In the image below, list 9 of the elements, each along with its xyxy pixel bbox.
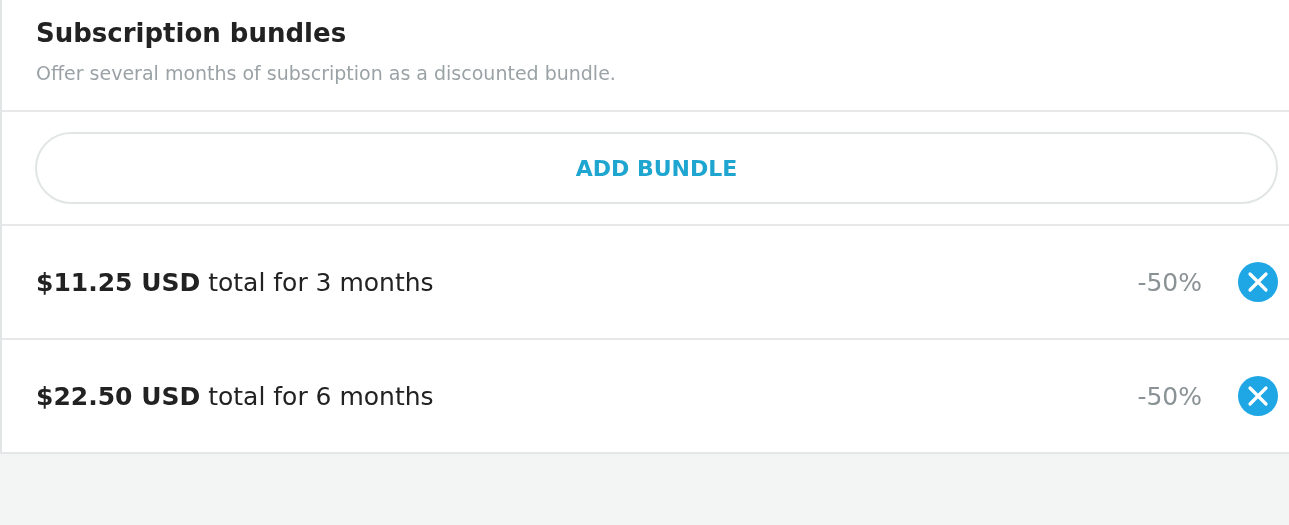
section-description: Offer several months of subscription as a discounted bundle.	[36, 62, 617, 84]
remove-icon[interactable]	[1238, 262, 1278, 302]
discount-label: -50%	[1137, 381, 1202, 411]
discount-label: -50%	[1137, 267, 1202, 297]
section-title: Subscription bundles	[36, 18, 348, 48]
remove-icon[interactable]	[1238, 376, 1278, 416]
bundle-summary: $22.50 USD total for 6 months	[36, 381, 435, 411]
bundle-summary: $11.25 USD total for 3 months	[36, 267, 435, 297]
add-bundle-button[interactable]: ADD BUNDLE	[35, 132, 1278, 204]
